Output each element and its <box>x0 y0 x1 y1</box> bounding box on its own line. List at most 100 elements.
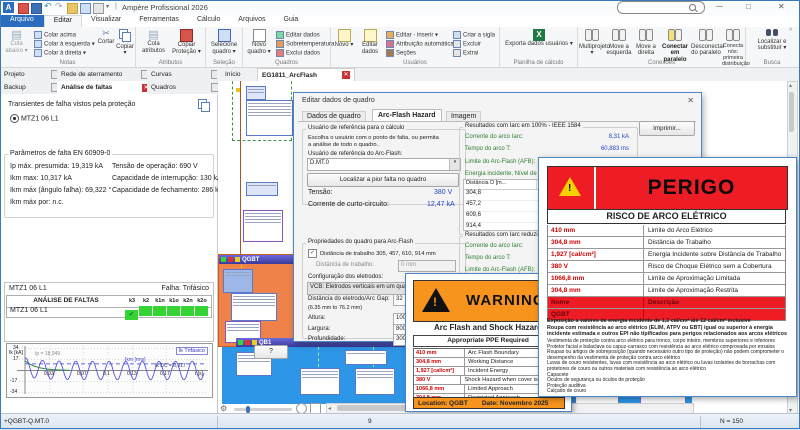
close-tab-icon[interactable]: ✕ <box>342 71 350 79</box>
copy-protection-button[interactable]: Copiar Proteção ▾ <box>170 29 203 55</box>
zoom-in-icon[interactable] <box>296 403 307 413</box>
print-button[interactable]: Imprimir... <box>639 121 695 136</box>
component-label[interactable] <box>246 182 278 196</box>
connect-parallel-icon <box>668 29 682 41</box>
dialog-tab-imagem[interactable]: Imagem <box>446 111 481 121</box>
gear-icon[interactable]: ⚙ <box>220 404 227 413</box>
dist-field[interactable]: 0 mm <box>398 260 456 272</box>
select-board-button[interactable]: Selecione quadro ▾ <box>207 29 241 55</box>
sections-button[interactable]: Seções <box>386 49 416 57</box>
dialog-tab-dados[interactable]: Dados de quadro <box>302 111 366 121</box>
extract-button[interactable]: Extrai <box>453 49 478 57</box>
close-button[interactable]: ✕ <box>778 2 785 11</box>
overtemperature-button[interactable]: Sobretemperatura <box>276 40 334 48</box>
scroll-left-icon[interactable]: ◂ <box>328 405 331 412</box>
connect-parallel-button[interactable]: Conectar em paralelo <box>660 29 690 63</box>
minimize-button[interactable]: — <box>716 3 723 10</box>
fault-analysis-box: MTZ1 06 L1 Falha: Trifásico ANÁLISE DE F… <box>4 282 214 342</box>
dist-label: Distância de trabalho: <box>316 262 374 268</box>
zoom-slider[interactable] <box>234 408 292 411</box>
open-icon[interactable] <box>67 3 78 14</box>
perigo-ppe-bold: Roupa com resistência ao arco elétrico (… <box>547 326 787 338</box>
tab-ferramentas[interactable]: Ferramentas <box>130 15 188 27</box>
search-box[interactable] <box>617 1 705 14</box>
multiproject-button[interactable]: Multiprojeto ▾ <box>579 29 605 57</box>
sidebar-tab-quadros[interactable]: Quadros <box>147 81 225 94</box>
table-icon[interactable] <box>80 3 91 14</box>
tab-visualizar[interactable]: Visualizar <box>82 15 130 27</box>
sidebar-tab-projeto[interactable]: Projeto <box>0 68 65 81</box>
work-distance-checkbox[interactable]: ✓Distância de trabalho 305, 457, 610, 91… <box>308 249 436 258</box>
arcflash-user-combo[interactable]: D.MT.0 ▾ <box>307 158 461 171</box>
transient-radio[interactable]: MTZ1 06 L1 <box>10 114 59 123</box>
sidebar-tab-rede-aterramento[interactable]: Rede de aterramento <box>57 68 155 81</box>
x-axis-label: t [s] <box>195 371 203 377</box>
paste-below-button[interactable]: ▤ Cola abaixo ▾ <box>1 29 32 54</box>
auto-assign-button[interactable]: Atribuição automática ▾ <box>386 40 458 48</box>
tab-calculo[interactable]: Cálculo <box>188 15 229 27</box>
component-label[interactable] <box>246 86 266 100</box>
edit-board-data-button[interactable]: Editar dados <box>276 31 320 39</box>
create-acronym-button[interactable]: Criar a sigla <box>453 31 495 39</box>
qat-dropdown-icon[interactable]: ▾ <box>106 3 109 10</box>
checkbox-icon: ✓ <box>308 249 317 258</box>
move-right-button[interactable]: Move a direita <box>633 29 659 57</box>
binoculars-icon <box>765 32 779 38</box>
sidebar-tab-backup[interactable]: Backup <box>0 81 65 94</box>
canvas-tab-inicio[interactable]: Início <box>221 68 261 81</box>
copy-transients-icon[interactable] <box>198 99 210 111</box>
copy-button[interactable]: Copiar ▾ <box>116 29 134 57</box>
undo-icon[interactable]: ↶ <box>44 1 52 12</box>
component-label[interactable] <box>223 269 253 293</box>
delete-board-data-button[interactable]: Exclui dados <box>276 49 320 57</box>
ribbon-collapse-icon[interactable]: ^ <box>789 28 792 35</box>
perigo-label-window[interactable]: ! PERIGO RISCO DE ARCO ELÉTRICO 410 mmLi… <box>538 157 797 397</box>
edit-user-data-button[interactable]: Editar dados <box>357 29 383 55</box>
delete-user-button[interactable]: Excluir <box>453 40 481 48</box>
sidebar-tab-analise-faltas[interactable]: Análise de faltas✕ <box>57 81 155 94</box>
locate-worst-fault-button[interactable]: Localizar a pior falta no quadro <box>307 173 459 187</box>
component-label[interactable] <box>345 350 387 365</box>
dialog-tab-arcflash[interactable]: Arc-Flash Hazard <box>372 109 442 121</box>
paste-above-button[interactable]: Colar acima <box>34 31 76 39</box>
component-label[interactable] <box>243 210 283 242</box>
search-input[interactable] <box>622 2 692 13</box>
redo-icon[interactable]: ↷ <box>55 1 63 12</box>
dialog-close-icon[interactable]: ✕ <box>687 96 694 105</box>
perigo-name-header: Nome <box>548 297 644 308</box>
paste-right-button[interactable]: Colar à direita ▾ <box>34 49 86 57</box>
fault-table-row[interactable]: MTZ1 06 L1 ✓ <box>6 306 212 318</box>
export-users-button[interactable]: X Exporta dados usuários ▾ <box>504 29 574 48</box>
ribbon-group-conexoes: Multiprojeto ▾ Move a esquerda Move a di… <box>578 27 746 67</box>
new-user-button[interactable]: Novo ▾ <box>332 29 356 49</box>
cut-button[interactable]: ✂Cortar <box>97 29 115 45</box>
panel-icon <box>228 257 233 262</box>
component-label[interactable] <box>231 293 277 321</box>
canvas-tab-project[interactable]: EG1811_ArcFlash✕ <box>257 68 355 81</box>
move-left-button[interactable]: Move a esquerda <box>606 29 632 57</box>
warning-footer: Location: QGBT Date: Novembro 2025 <box>413 397 565 409</box>
search-icon <box>689 4 696 11</box>
paste-left-button[interactable]: Colar à esquerda ▾ <box>34 40 95 48</box>
new-project-icon[interactable] <box>18 3 29 14</box>
component-label[interactable] <box>246 100 293 136</box>
tab-editar[interactable]: Editar <box>44 15 82 27</box>
tab-arquivo[interactable]: Arquivo <box>0 15 44 27</box>
sidebar-tab-curvas[interactable]: Curvas <box>147 68 225 81</box>
help-button[interactable]: ? <box>254 345 288 359</box>
disconnect-parallel-button[interactable]: Desconectar do paralelo <box>691 29 721 57</box>
scroll-up-icon[interactable]: ▴ <box>789 82 792 89</box>
paste-attributes-button[interactable]: ▤Cola atributos <box>138 29 169 54</box>
radio-icon <box>10 114 19 123</box>
component-label[interactable] <box>355 368 395 395</box>
tab-arquivos[interactable]: Arquivos <box>229 15 274 27</box>
maximize-button[interactable]: □ <box>746 2 751 11</box>
save-icon[interactable] <box>31 3 42 14</box>
component-label[interactable] <box>300 368 340 395</box>
tab-guia[interactable]: Guia <box>275 15 308 27</box>
zoom-out-icon[interactable] <box>310 403 321 413</box>
new-board-button[interactable]: Novo quadro ▾ <box>244 29 274 55</box>
export-icon[interactable] <box>93 3 104 14</box>
ref-user-legend: Usuário de referência para o cálculo <box>306 125 406 131</box>
edit-insert-button[interactable]: Editar - inserir ▾ <box>386 31 438 39</box>
